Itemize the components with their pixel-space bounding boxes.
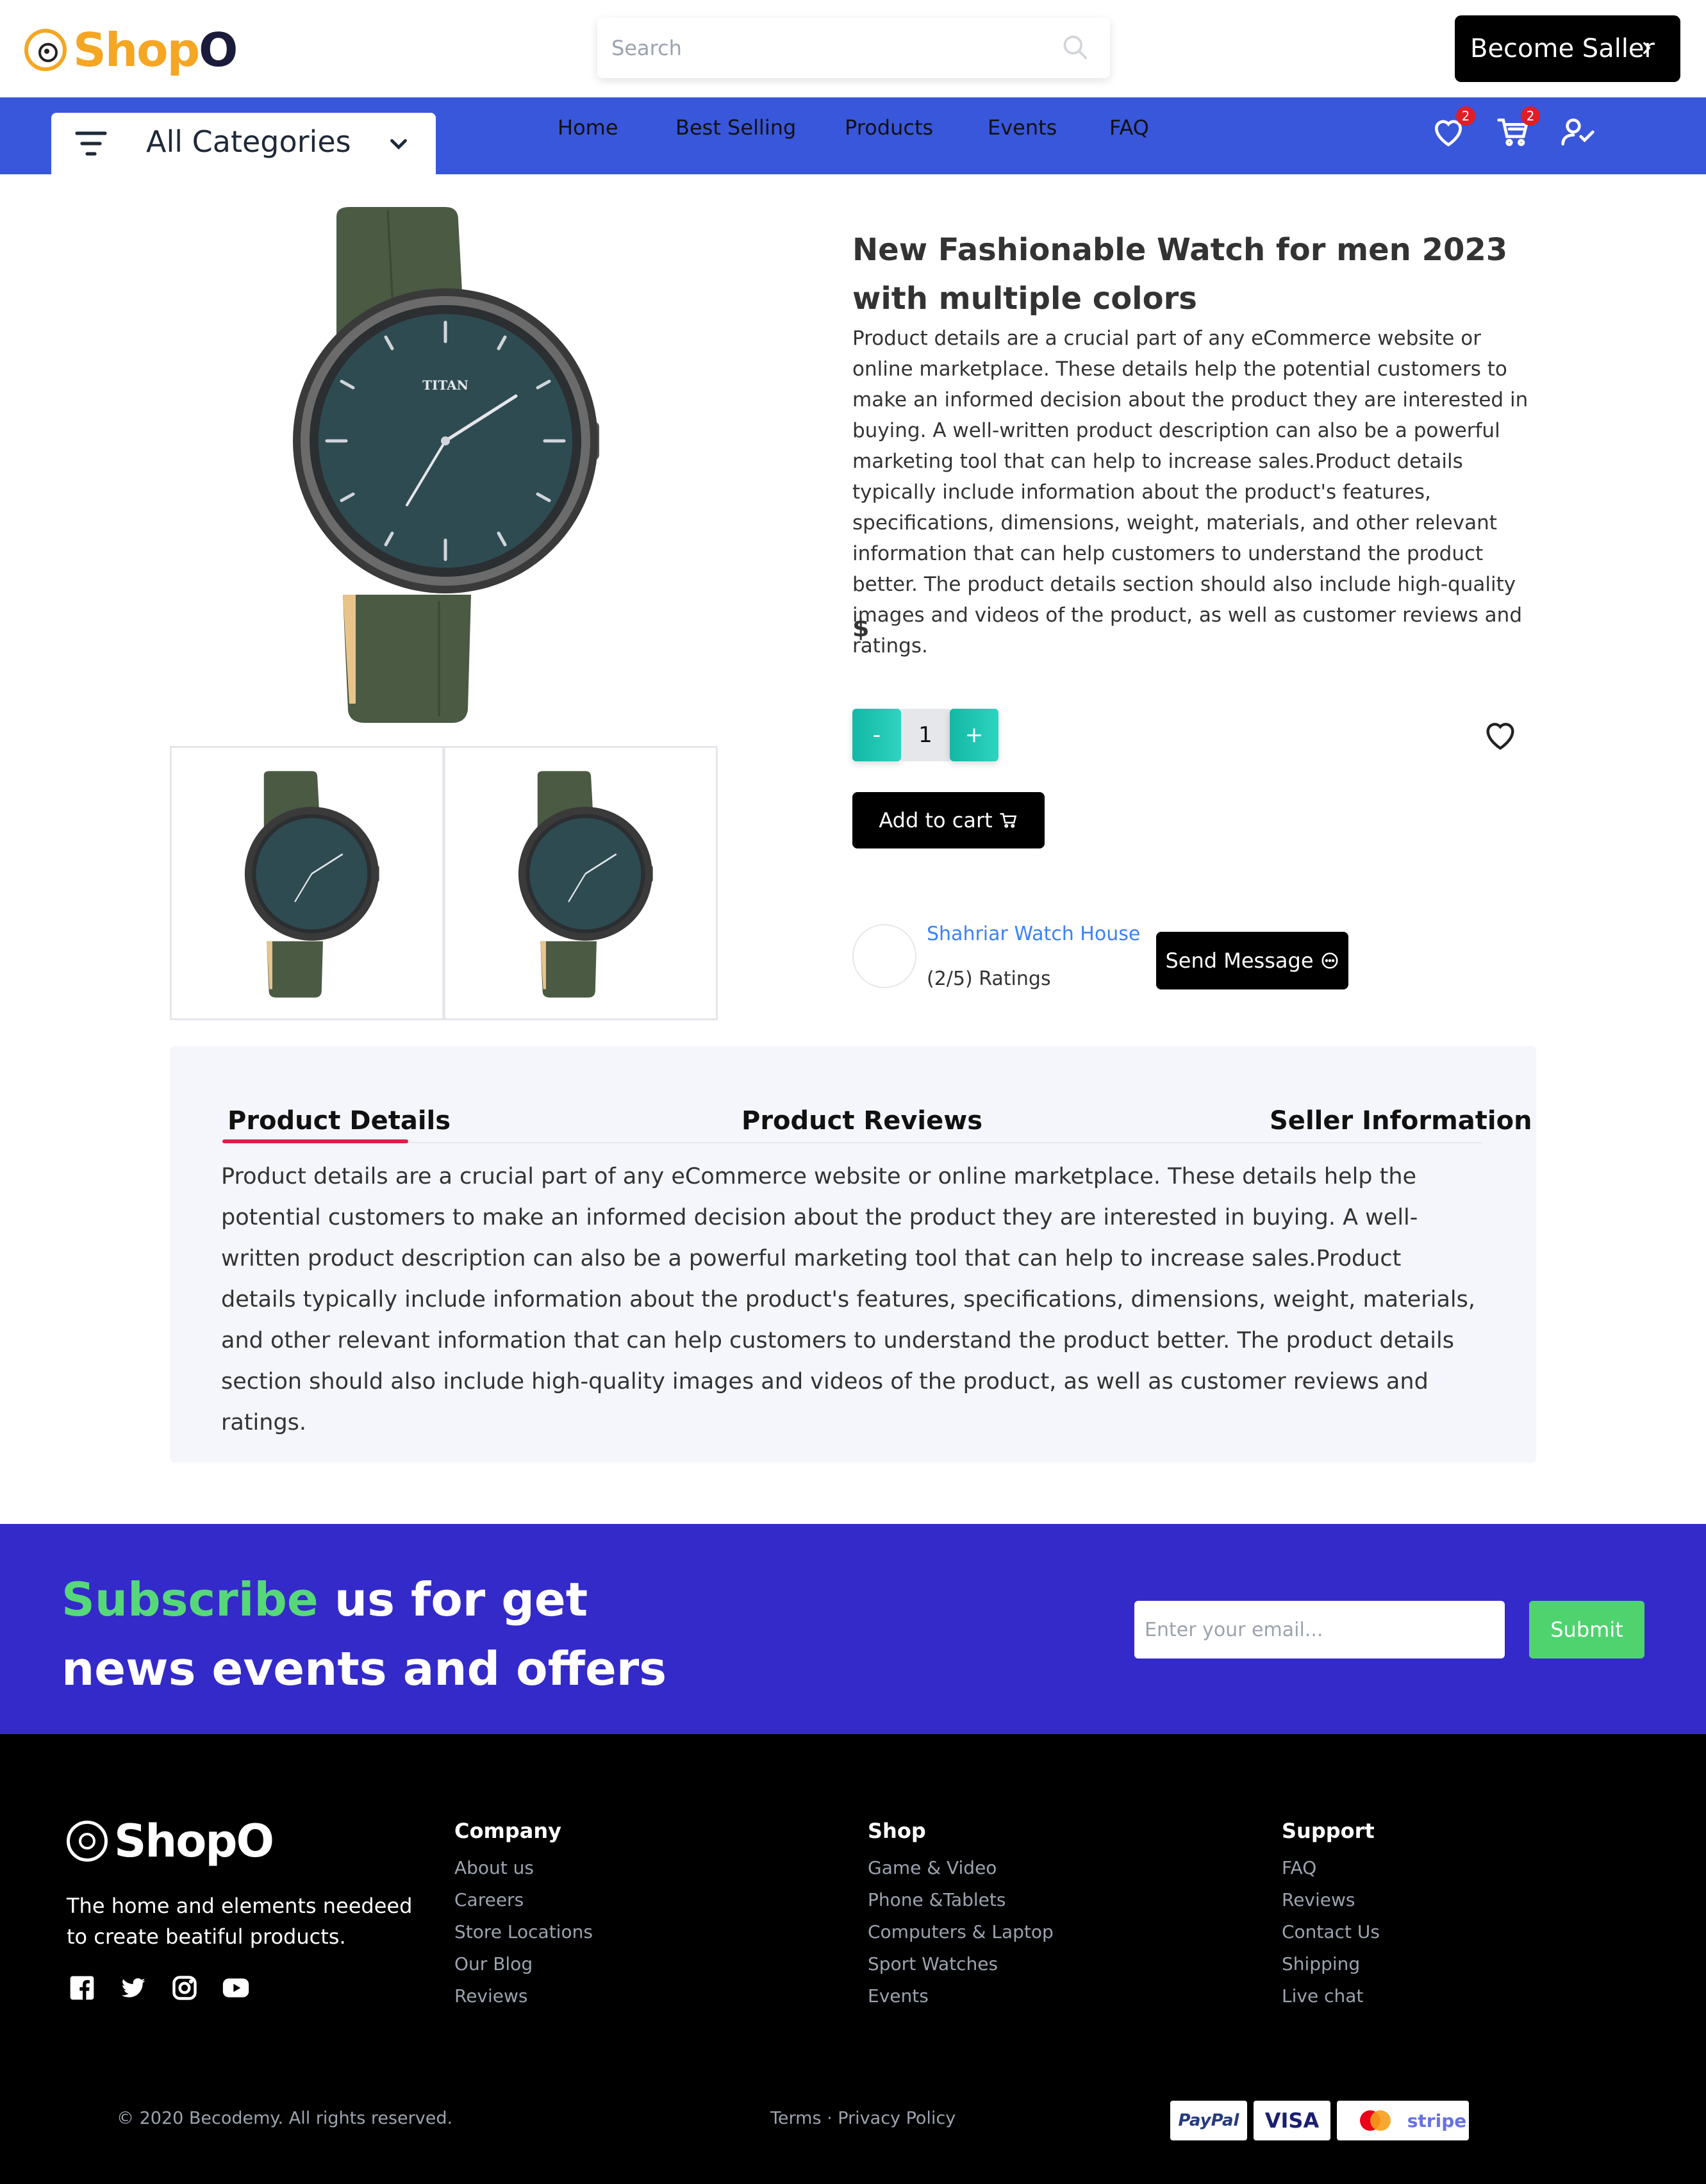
seller-name-link[interactable]: Shahriar Watch House (927, 923, 1140, 945)
send-message-button[interactable]: Send Message (1156, 932, 1348, 989)
product-title: New Fashionable Watch for men 2023 with … (852, 232, 1508, 317)
logo-mark-icon (67, 1821, 108, 1862)
footer-link-our-blog[interactable]: Our Blog (454, 1953, 533, 1974)
become-seller-button[interactable]: Become Saller (1455, 15, 1680, 82)
become-seller-label: Become Saller (1470, 34, 1655, 63)
cart-count-badge: 2 (1521, 106, 1540, 126)
footer-link-store-locations[interactable]: Store Locations (454, 1921, 593, 1942)
nav-products[interactable]: Products (845, 115, 933, 140)
product-tabs-panel: Product Details Product Reviews Seller I… (170, 1046, 1536, 1462)
subscribe-accent-word: Subscribe (62, 1573, 319, 1626)
twitter-icon[interactable] (119, 1974, 147, 2002)
nav-home[interactable]: Home (558, 115, 618, 140)
visa-label: VISA (1264, 2108, 1320, 2133)
footer-logo-text: ShopO (114, 1815, 274, 1867)
footer-link-shipping[interactable]: Shipping (1282, 1953, 1360, 1974)
instagram-icon[interactable] (170, 1974, 199, 2002)
active-tab-underline (222, 1139, 408, 1143)
quantity-stepper: - 1 + (852, 709, 998, 761)
footer-link-events[interactable]: Events (868, 1985, 929, 2006)
seller-avatar[interactable] (852, 924, 916, 988)
cart-icon (999, 813, 1016, 828)
footer-link-reviews-support[interactable]: Reviews (1282, 1889, 1355, 1910)
watch-thumbnail-image (244, 771, 379, 998)
logo-text-o: O (199, 23, 238, 77)
footer-company-title: Company (454, 1819, 561, 1843)
footer-support-title: Support (1282, 1819, 1375, 1843)
subscribe-banner: Subscribe us for get news events and off… (0, 1524, 1706, 1734)
submit-button[interactable]: Submit (1529, 1601, 1644, 1659)
youtube-icon[interactable] (222, 1974, 250, 2002)
nav-faq[interactable]: FAQ (1109, 115, 1149, 140)
logo-mark-icon (24, 29, 67, 71)
footer-link-sport-watches[interactable]: Sport Watches (868, 1953, 998, 1974)
main-nav: All Categories Home Best Selling Product… (0, 97, 1706, 174)
header: ShopO Become Saller (0, 0, 1706, 97)
footer-link-computers-laptop[interactable]: Computers & Laptop (868, 1921, 1054, 1942)
user-profile-icon[interactable] (1560, 114, 1596, 150)
nav-events[interactable]: Events (988, 115, 1057, 140)
categories-dropdown[interactable]: All Categories (51, 113, 436, 174)
tab-seller-information[interactable]: Seller Information (1270, 1106, 1532, 1136)
product-thumbnail-1[interactable] (170, 746, 444, 1020)
add-to-cart-label: Add to cart (879, 808, 993, 832)
visa-logo: VISA (1254, 2101, 1330, 2140)
footer-logo[interactable]: ShopO (67, 1815, 274, 1867)
filter-icon (75, 131, 107, 156)
search-icon[interactable] (1061, 33, 1089, 62)
categories-label: All Categories (146, 124, 351, 159)
nav-best-selling[interactable]: Best Selling (675, 115, 796, 140)
product-price: $ (852, 614, 870, 642)
subscribe-heading: Subscribe us for get news events and off… (62, 1565, 702, 1703)
product-thumbnail-2[interactable] (443, 746, 718, 1020)
decrement-button[interactable]: - (852, 709, 901, 761)
stripe-label: stripe (1407, 2110, 1467, 2131)
increment-button[interactable]: + (950, 709, 998, 761)
tabs-divider (222, 1142, 1482, 1143)
tab-content-text: Product details are a crucial part of an… (221, 1164, 1475, 1435)
chevron-right-icon (1643, 42, 1651, 54)
watch-thumbnail-image (518, 771, 653, 998)
product-main-image: TITAN (293, 207, 599, 723)
chevron-down-icon (390, 139, 407, 150)
send-message-label: Send Message (1165, 948, 1314, 973)
search-input[interactable] (611, 32, 1022, 64)
logo[interactable]: ShopO (24, 23, 238, 77)
terms-privacy-links[interactable]: Terms · Privacy Policy (770, 2108, 956, 2128)
footer-link-about-us[interactable]: About us (454, 1857, 534, 1878)
email-field[interactable] (1134, 1601, 1505, 1659)
copyright-text: © 2020 Becodemy. All rights reserved. (117, 2108, 453, 2128)
add-to-wishlist-heart-icon[interactable] (1482, 716, 1519, 754)
facebook-icon[interactable] (68, 1974, 96, 2002)
footer-tagline: The home and elements needeed to create … (67, 1894, 413, 1949)
paypal-label: PayPal (1178, 2111, 1239, 2130)
paypal-logo: PayPal (1170, 2101, 1247, 2140)
footer-link-game-video[interactable]: Game & Video (868, 1857, 997, 1878)
footer-link-phone-tablets[interactable]: Phone &Tablets (868, 1889, 1006, 1910)
seller-ratings: (2/5) Ratings (927, 968, 1051, 990)
footer-link-reviews[interactable]: Reviews (454, 1985, 528, 2006)
tab-product-details[interactable]: Product Details (228, 1106, 451, 1136)
chat-bubble-icon (1321, 952, 1337, 969)
logo-text: Shop (73, 23, 200, 77)
footer: ShopO The home and elements needeed to c… (0, 1734, 1706, 2184)
mastercard-logo (1337, 2101, 1414, 2140)
mastercard-circles-icon (1360, 2110, 1391, 2131)
stripe-logo: stripe (1405, 2101, 1469, 2140)
footer-link-contact-us[interactable]: Contact Us (1282, 1921, 1380, 1942)
tab-product-reviews[interactable]: Product Reviews (741, 1106, 982, 1136)
watch-brand-text: TITAN (422, 377, 468, 393)
footer-link-live-chat[interactable]: Live chat (1282, 1985, 1363, 2006)
footer-shop-title: Shop (868, 1819, 926, 1843)
add-to-cart-button[interactable]: Add to cart (852, 792, 1045, 848)
product-description: Product details are a crucial part of an… (852, 327, 1528, 658)
quantity-value: 1 (901, 709, 950, 761)
wishlist-count-badge: 2 (1456, 106, 1475, 126)
search-box (597, 18, 1110, 78)
footer-link-careers[interactable]: Careers (454, 1889, 524, 1910)
footer-link-faq[interactable]: FAQ (1282, 1857, 1316, 1878)
